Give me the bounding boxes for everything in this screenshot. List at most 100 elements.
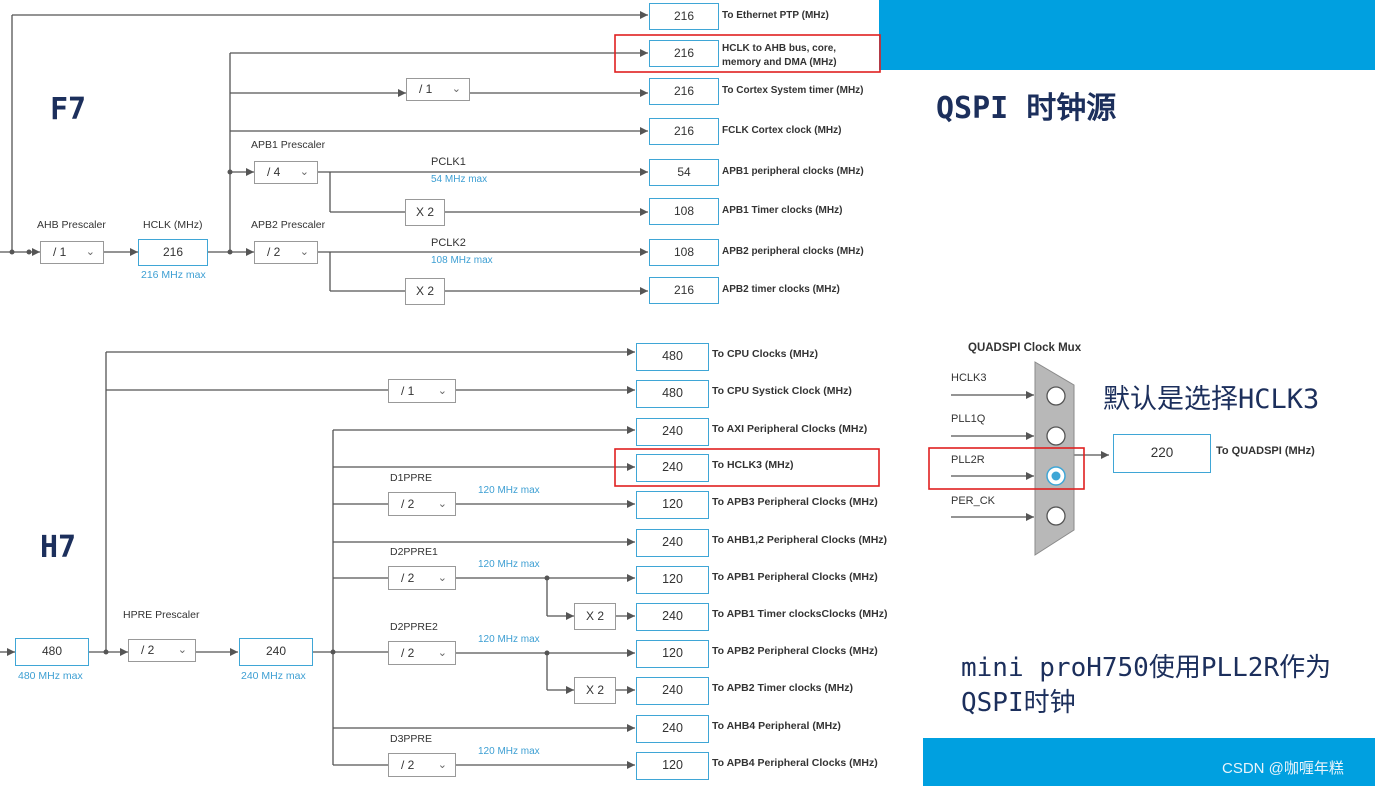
apb2-timer-multiplier: X 2 xyxy=(405,278,445,305)
h7-hclk-max: 240 MHz max xyxy=(241,670,306,682)
d3ppre-label: D3PPRE xyxy=(390,733,433,745)
d2ppre1-select-value: / 2 xyxy=(401,571,415,585)
h7-output-value: 240 xyxy=(636,603,709,631)
d2ppre1-select[interactable]: / 2 ⌄ xyxy=(388,566,456,590)
hpre-select[interactable]: / 2 ⌄ xyxy=(128,639,196,662)
pclk1-label: PCLK1 xyxy=(431,156,466,168)
qspi-source-note: QSPI 时钟源 xyxy=(936,91,1117,126)
systick-divider-select[interactable]: / 1 ⌄ xyxy=(388,379,456,403)
apb1-prescaler-label: APB1 Prescaler xyxy=(251,139,326,151)
h7-output-value: 240 xyxy=(636,454,709,482)
h7-output-label: To APB2 Timer clocks (MHz) xyxy=(712,682,854,694)
systick-divider-select-value: / 1 xyxy=(401,384,415,398)
d2ppre1-max: 120 MHz max xyxy=(478,559,540,570)
d2ppre2-select-value: / 2 xyxy=(401,646,415,660)
h7-output-label: To AXI Peripheral Clocks (MHz) xyxy=(712,423,868,435)
hclk-label: HCLK (MHz) xyxy=(143,219,203,231)
pclk2-max: 108 MHz max xyxy=(431,255,493,266)
d2ppre2-max: 120 MHz max xyxy=(478,634,540,645)
mini-pro-note-line2: QSPI时钟 xyxy=(961,688,1076,718)
h7-hclk-value-box: 240 xyxy=(239,638,313,666)
h7-output-label: To APB1 Peripheral Clocks (MHz) xyxy=(712,571,878,583)
h7-title: H7 xyxy=(40,530,77,565)
quadspi-output-value: 220 xyxy=(1113,434,1211,473)
apb2-prescaler-select-value: / 2 xyxy=(267,245,281,259)
f7-output-value: 216 xyxy=(649,3,719,30)
f7-output-value: 54 xyxy=(649,159,719,186)
d3ppre-select[interactable]: / 2 ⌄ xyxy=(388,753,456,777)
chevron-down-icon: ⌄ xyxy=(437,572,447,584)
apb2-prescaler-label: APB2 Prescaler xyxy=(251,219,326,231)
f7-output-value: 108 xyxy=(649,198,719,225)
f7-output-value: 216 xyxy=(649,118,719,145)
h7-output-value: 120 xyxy=(636,566,709,594)
apb1-prescaler-select-value: / 4 xyxy=(267,165,281,179)
chevron-down-icon: ⌄ xyxy=(177,644,187,656)
h7-output-value: 480 xyxy=(636,343,709,371)
pclk1-max: 54 MHz max xyxy=(431,174,488,185)
h7-output-label: To HCLK3 (MHz) xyxy=(712,459,794,471)
f7-output-label: HCLK to AHB bus, core, xyxy=(722,43,837,54)
apb2-prescaler-select[interactable]: / 2 ⌄ xyxy=(254,241,318,264)
f7-output-label: APB2 peripheral clocks (MHz) xyxy=(722,246,864,257)
f7-output-label: To Ethernet PTP (MHz) xyxy=(722,10,829,21)
f7-output-value: 108 xyxy=(649,239,719,266)
chevron-down-icon: ⌄ xyxy=(85,246,95,258)
chevron-down-icon: ⌄ xyxy=(437,498,447,510)
cortex-timer-divider-select[interactable]: / 1 ⌄ xyxy=(406,78,470,101)
quadspi-mux-input-label: PLL2R xyxy=(951,454,985,466)
d3ppre-max: 120 MHz max xyxy=(478,746,540,757)
f7-output-label: APB1 peripheral clocks (MHz) xyxy=(722,166,864,177)
hclk-value-box: 216 xyxy=(138,239,208,266)
chevron-down-icon: ⌄ xyxy=(437,385,447,397)
sysclk-value-box: 480 xyxy=(15,638,89,666)
d1ppre-select-value: / 2 xyxy=(401,497,415,511)
chevron-down-icon: ⌄ xyxy=(299,166,309,178)
chevron-down-icon: ⌄ xyxy=(437,647,447,659)
quadspi-mux-title: QUADSPI Clock Mux xyxy=(968,342,1082,354)
ahb-prescaler-select[interactable]: / 1 ⌄ xyxy=(40,241,104,264)
quadspi-mux-input-label: HCLK3 xyxy=(951,372,987,384)
ahb-prescaler-select-value: / 1 xyxy=(53,245,67,259)
hpre-label: HPRE Prescaler xyxy=(123,609,200,621)
apb1-prescaler-select[interactable]: / 4 ⌄ xyxy=(254,161,318,184)
quadspi-mux-input-label: PLL1Q xyxy=(951,413,986,425)
h7-output-label: To APB1 Timer clocksClocks (MHz) xyxy=(712,608,888,620)
chevron-down-icon: ⌄ xyxy=(451,83,461,95)
hpre-select-value: / 2 xyxy=(141,643,155,657)
quadspi-output-label: To QUADSPI (MHz) xyxy=(1216,445,1315,457)
d1ppre-max: 120 MHz max xyxy=(478,485,540,496)
mini-pro-note-line1: mini proH750使用PLL2R作为 xyxy=(961,653,1332,683)
ahb-prescaler-label: AHB Prescaler xyxy=(37,219,106,231)
d1ppre-select[interactable]: / 2 ⌄ xyxy=(388,492,456,516)
h7-output-value: 240 xyxy=(636,677,709,705)
cortex-timer-divider-select-value: / 1 xyxy=(419,82,433,96)
h7-output-value: 120 xyxy=(636,752,709,780)
d2ppre2-select[interactable]: / 2 ⌄ xyxy=(388,641,456,665)
h7-output-value: 480 xyxy=(636,380,709,408)
f7-output-value: 216 xyxy=(649,40,719,67)
h7-output-label: To AHB4 Peripheral (MHz) xyxy=(712,720,841,732)
h7-output-label: To APB3 Peripheral Clocks (MHz) xyxy=(712,496,878,508)
h7-output-label: To AHB1,2 Peripheral Clocks (MHz) xyxy=(712,534,888,546)
f7-output-label: APB1 Timer clocks (MHz) xyxy=(722,205,843,216)
hclk-max: 216 MHz max xyxy=(141,269,206,281)
f7-output-value: 216 xyxy=(649,78,719,105)
default-hclk3-note: 默认是选择HCLK3 xyxy=(1103,384,1320,415)
h7-output-value: 240 xyxy=(636,715,709,743)
sysclk-max: 480 MHz max xyxy=(18,670,83,682)
h7-output-label: To CPU Clocks (MHz) xyxy=(712,348,818,360)
f7-title: F7 xyxy=(50,92,87,127)
h7-apb1-timer-multiplier: X 2 xyxy=(574,603,616,630)
f7-output-value: 216 xyxy=(649,277,719,304)
f7-output-label-line2: memory and DMA (MHz) xyxy=(722,57,837,68)
h7-output-value: 120 xyxy=(636,640,709,668)
h7-output-value: 240 xyxy=(636,418,709,446)
d2ppre2-label: D2PPRE2 xyxy=(390,621,438,633)
d1ppre-label: D1PPRE xyxy=(390,472,433,484)
h7-output-label: To APB4 Peripheral Clocks (MHz) xyxy=(712,757,878,769)
f7-output-label: FCLK Cortex clock (MHz) xyxy=(722,125,842,136)
f7-output-label: APB2 timer clocks (MHz) xyxy=(722,284,840,295)
d2ppre1-label: D2PPRE1 xyxy=(390,546,438,558)
h7-output-value: 240 xyxy=(636,529,709,557)
